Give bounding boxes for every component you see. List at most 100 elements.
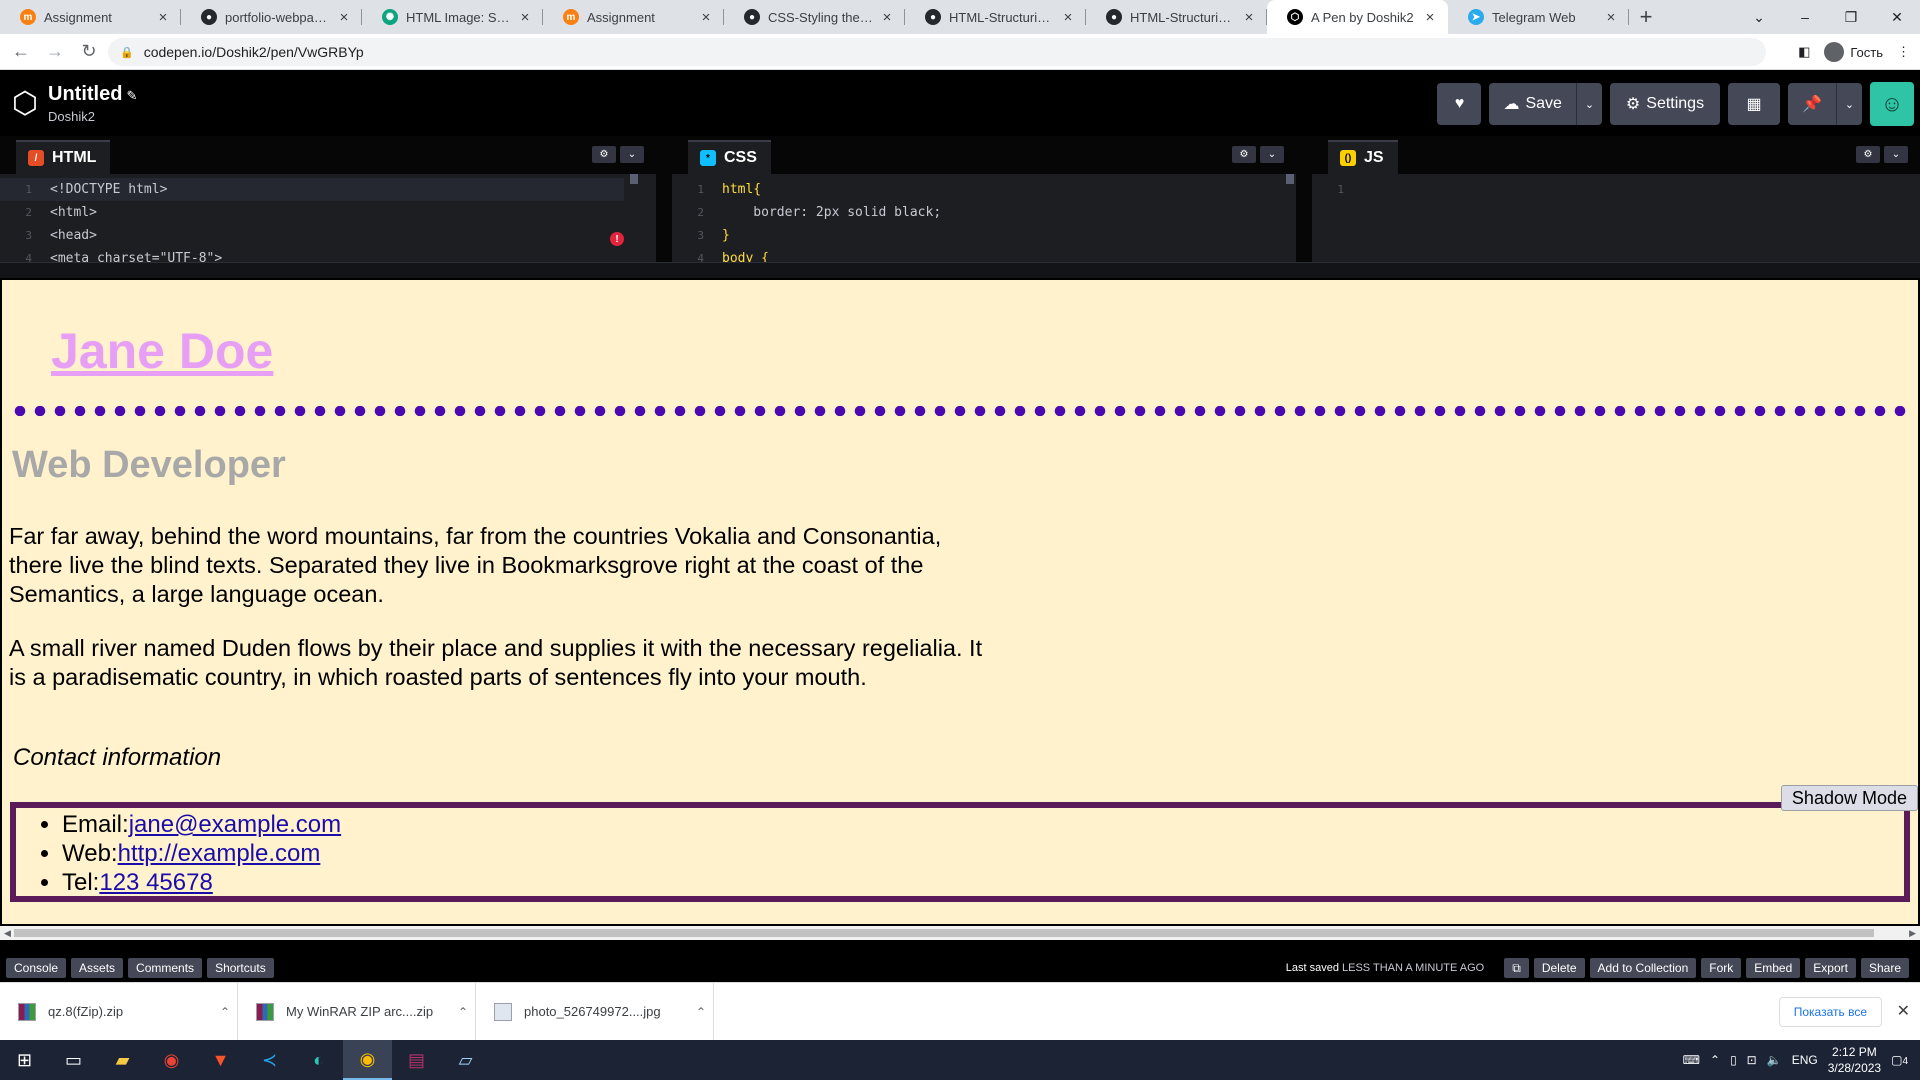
editor-collapse-icon[interactable]: ⌄	[1260, 146, 1284, 163]
editor-settings-icon[interactable]: ⚙	[1856, 146, 1880, 163]
editor-collapse-icon[interactable]: ⌄	[620, 146, 644, 163]
footer-button-shortcuts[interactable]: Shortcuts	[207, 958, 274, 978]
browser-tab[interactable]: ● HTML-Structuring the×	[905, 0, 1086, 34]
html-editor-tab[interactable]: / HTML	[16, 140, 111, 174]
volume-icon[interactable]: 🔈	[1767, 1053, 1782, 1067]
close-tab-icon[interactable]: ×	[1422, 9, 1438, 26]
close-tab-icon[interactable]: ×	[517, 9, 533, 26]
html-code-area[interactable]: 1 <!DOCTYPE html> 2 <html> 3 <head> 4 <meta cha…	[0, 174, 656, 270]
email-link[interactable]: jane@example.com	[129, 811, 341, 838]
change-view-button[interactable]: ▦	[1728, 83, 1781, 125]
save-button[interactable]: ☁ Save	[1489, 83, 1575, 125]
browser-tab[interactable]: m Assignment ×	[0, 0, 181, 34]
browser-tab[interactable]: m Assignment ×	[543, 0, 724, 34]
chrome-active-icon[interactable]: ◉	[343, 1040, 392, 1080]
notifications-icon[interactable]: ▢4	[1891, 1053, 1908, 1067]
pen-author[interactable]: Doshik2	[48, 109, 137, 124]
close-tab-icon[interactable]: ×	[879, 9, 895, 26]
footer-button-assets[interactable]: Assets	[71, 958, 124, 978]
close-tab-icon[interactable]: ×	[1603, 9, 1619, 26]
shadow-mode-button[interactable]: Shadow Mode	[1780, 785, 1918, 811]
pin-button[interactable]: 📌	[1788, 83, 1836, 125]
scroll-right-icon[interactable]: ▶	[1909, 926, 1916, 940]
footer-button-comments[interactable]: Comments	[128, 958, 203, 978]
editor-collapse-icon[interactable]: ⌄	[1884, 146, 1908, 163]
scroll-left-icon[interactable]: ◀	[4, 926, 11, 940]
js-code-area[interactable]: 1	[1312, 174, 1920, 201]
browser-tab[interactable]: ✺ HTML Image: Summar×	[362, 0, 543, 34]
windows-start-icon[interactable]: ⊞	[0, 1040, 49, 1080]
editor-settings-icon[interactable]: ⚙	[592, 146, 616, 163]
language-indicator[interactable]: ENG	[1792, 1053, 1818, 1067]
close-tab-icon[interactable]: ×	[1060, 9, 1076, 26]
pin-dropdown-button[interactable]: ⌄	[1836, 83, 1862, 125]
chrome-icon[interactable]: ◉	[147, 1040, 196, 1080]
notepad-icon[interactable]: ▱	[441, 1040, 490, 1080]
js-editor-tab[interactable]: () JS	[1328, 140, 1398, 174]
love-button[interactable]: ♥	[1437, 83, 1482, 125]
error-indicator-icon[interactable]: !	[610, 232, 624, 246]
download-item[interactable]: photo_526749972....jpg ⌃	[476, 982, 714, 1041]
footer-button-delete[interactable]: Delete	[1533, 958, 1585, 978]
close-tab-icon[interactable]: ×	[336, 9, 352, 26]
minimize-icon[interactable]: –	[1782, 0, 1828, 34]
brave-icon[interactable]: ▼	[196, 1040, 245, 1080]
winrar-taskbar-icon[interactable]: ▤	[392, 1040, 441, 1080]
tab-search-icon[interactable]: ⌄	[1736, 0, 1782, 34]
download-options-icon[interactable]: ⌃	[451, 1005, 475, 1019]
footer-button-add-to-collection[interactable]: Add to Collection	[1589, 958, 1697, 978]
task-view-icon[interactable]: ▭	[49, 1040, 98, 1080]
battery-icon[interactable]: ▯	[1730, 1053, 1737, 1067]
footer-button-fork[interactable]: Fork	[1701, 958, 1742, 978]
css-code-area[interactable]: 1 html{2 border: 2px solid black; 3} 4 body …	[672, 174, 1296, 270]
codepen-logo-icon[interactable]: ⬡	[2, 86, 48, 121]
html-scrollbar[interactable]	[630, 174, 638, 184]
footer-button-share[interactable]: Share	[1860, 958, 1909, 978]
tel-link[interactable]: 123 45678	[99, 869, 212, 896]
back-icon[interactable]: ←	[8, 41, 34, 62]
save-dropdown-button[interactable]: ⌄	[1575, 83, 1602, 125]
restore-icon[interactable]: ❐	[1828, 0, 1874, 34]
network-icon[interactable]: ⊡	[1747, 1053, 1757, 1067]
css-scrollbar[interactable]	[1286, 174, 1294, 184]
settings-button[interactable]: ⚙ Settings	[1609, 83, 1721, 125]
download-item[interactable]: qz.8(fZip).zip ⌃	[0, 982, 238, 1041]
web-link[interactable]: http://example.com	[118, 840, 321, 867]
browser-menu-icon[interactable]: ⋮	[1897, 44, 1910, 60]
footer-button-export[interactable]: Export	[1805, 958, 1856, 978]
footer-button-console[interactable]: Console	[6, 958, 67, 978]
url-input[interactable]: 🔒 codepen.io/Doshik2/pen/VwGRBYp	[108, 38, 1766, 66]
file-explorer-icon[interactable]: ▰	[98, 1040, 147, 1080]
close-tab-icon[interactable]: ×	[698, 9, 714, 26]
download-options-icon[interactable]: ⌃	[689, 1005, 713, 1019]
browser-tab[interactable]: ● portfolio-webpage/Cs×	[181, 0, 362, 34]
download-options-icon[interactable]: ⌃	[213, 1005, 237, 1019]
download-item[interactable]: My WinRAR ZIP arc....zip ⌃	[238, 982, 476, 1041]
edit-title-icon[interactable]: ✎	[126, 88, 137, 103]
edge-icon[interactable]: ◐	[294, 1040, 343, 1080]
close-tab-icon[interactable]: ×	[1241, 9, 1257, 26]
browser-tab[interactable]: ● CSS-Styling the web-P×	[724, 0, 905, 34]
css-editor-tab[interactable]: * CSS	[688, 140, 771, 174]
preview-horizontal-scrollbar[interactable]: ◀ ▶	[0, 926, 1920, 940]
open-in-new-icon[interactable]: ⧉	[1504, 958, 1529, 978]
clock[interactable]: 2:12 PM 3/28/2023	[1828, 1044, 1881, 1076]
editor-settings-icon[interactable]: ⚙	[1232, 146, 1256, 163]
close-downloads-icon[interactable]: ✕	[1897, 1001, 1910, 1021]
browser-tab[interactable]: ● HTML-Structuring the×	[1086, 0, 1267, 34]
show-all-downloads-button[interactable]: Показать все	[1778, 997, 1882, 1027]
reload-icon[interactable]: ↻	[76, 41, 102, 62]
side-panel-icon[interactable]: ◧	[1798, 44, 1810, 60]
browser-tab[interactable]: ⬡ A Pen by Doshik2 ×	[1267, 0, 1448, 34]
profile-button[interactable]: Гость	[1824, 42, 1883, 62]
close-tab-icon[interactable]: ×	[155, 9, 171, 26]
browser-tab[interactable]: ➤ Telegram Web ×	[1448, 0, 1629, 34]
keyboard-icon[interactable]: ⌨	[1683, 1053, 1700, 1067]
tray-overflow-icon[interactable]: ⌃	[1710, 1053, 1720, 1067]
new-tab-icon[interactable]: +	[1629, 0, 1663, 34]
scrollbar-thumb[interactable]	[14, 929, 1874, 937]
user-avatar[interactable]: ☺	[1870, 82, 1914, 126]
name-link[interactable]: Jane Doe	[51, 323, 273, 379]
close-window-icon[interactable]: ✕	[1874, 0, 1920, 34]
forward-icon[interactable]: →	[42, 41, 68, 62]
